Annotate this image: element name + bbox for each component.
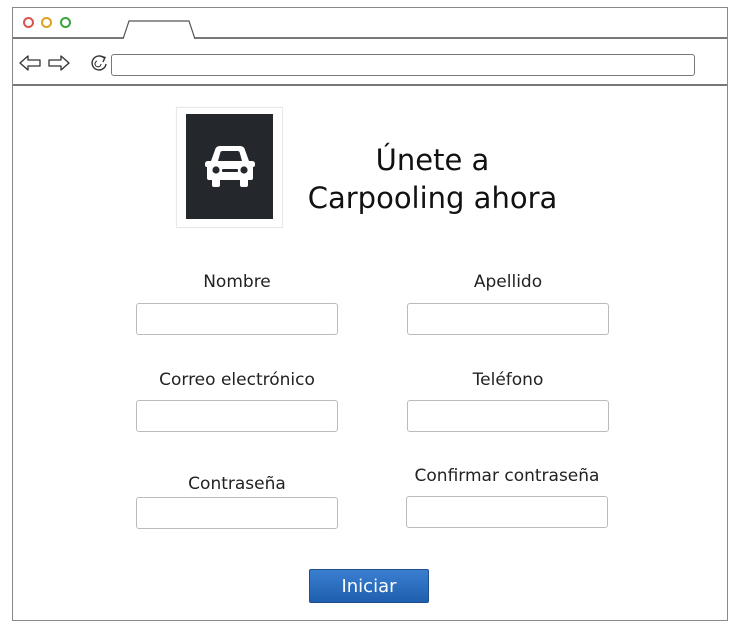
- browser-window: [12, 7, 728, 621]
- back-arrow-icon[interactable]: [19, 54, 41, 72]
- password-label: Contraseña: [188, 474, 286, 494]
- title-bar: [13, 8, 727, 39]
- logo-background: [186, 114, 273, 219]
- page-title-line-1: Únete a: [375, 143, 490, 177]
- email-label: Correo electrónico: [159, 370, 315, 390]
- navigation-bar: [13, 39, 727, 86]
- forward-arrow-icon[interactable]: [48, 54, 70, 72]
- last-name-label: Apellido: [473, 272, 543, 292]
- password-field[interactable]: [136, 497, 338, 529]
- page-title-line-2: Carpooling ahora: [307, 181, 558, 215]
- last-name-field[interactable]: [407, 303, 609, 335]
- car-icon: [205, 146, 255, 187]
- first-name-field[interactable]: [136, 303, 338, 335]
- logo: [176, 107, 283, 228]
- browser-tab[interactable]: [123, 20, 195, 39]
- submit-button[interactable]: Iniciar: [309, 569, 429, 603]
- email-field[interactable]: [136, 400, 338, 432]
- confirm-password-label: Confirmar contraseña: [414, 466, 600, 486]
- phone-field[interactable]: [407, 400, 609, 432]
- confirm-password-field[interactable]: [406, 496, 608, 528]
- phone-label: Teléfono: [472, 370, 544, 390]
- close-window-button[interactable]: [23, 17, 34, 28]
- minimize-window-button[interactable]: [41, 17, 52, 28]
- url-input[interactable]: [111, 54, 695, 76]
- maximize-window-button[interactable]: [60, 17, 71, 28]
- first-name-label: Nombre: [203, 272, 271, 292]
- page-title: Únete a Carpooling ahora: [290, 141, 575, 217]
- reload-icon[interactable]: [89, 53, 109, 73]
